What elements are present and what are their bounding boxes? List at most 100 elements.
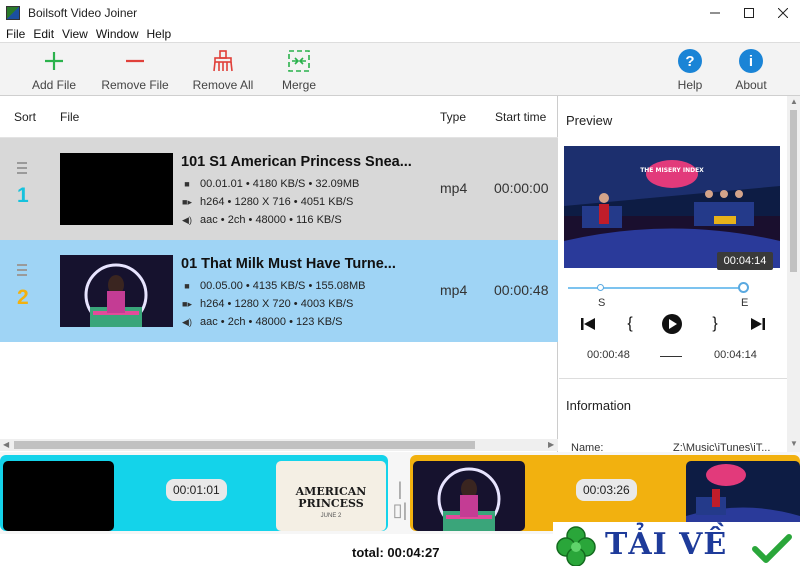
- split-separator-icon[interactable]: |▯|: [392, 479, 408, 520]
- file-icon: ■: [184, 179, 190, 189]
- speaker-icon: ◀): [182, 316, 192, 327]
- help-label: Help: [677, 78, 703, 92]
- divider: [559, 378, 787, 379]
- clip-end-frame: [686, 461, 800, 531]
- remove-all-button[interactable]: Remove All: [183, 47, 263, 92]
- video-info-line: ■▸ h264 • 1280 X 716 • 4051 KB/S: [182, 196, 354, 208]
- close-button[interactable]: [766, 0, 800, 25]
- skip-start-button[interactable]: [578, 313, 598, 335]
- set-end-button[interactable]: }: [707, 313, 723, 335]
- minimize-button[interactable]: [698, 0, 732, 25]
- row-index: 2: [17, 286, 29, 309]
- clover-logo-icon: [556, 526, 596, 566]
- scroll-up-icon[interactable]: ▲: [790, 96, 798, 108]
- preview-title: Preview: [566, 113, 613, 128]
- set-start-button[interactable]: {: [622, 313, 638, 335]
- seek-slider-handle[interactable]: [738, 282, 749, 293]
- checkmark-icon: [752, 534, 792, 563]
- selection-end-time: 00:04:14: [714, 349, 757, 361]
- audio-info-line: ◀) aac • 2ch • 48000 • 123 KB/S: [182, 316, 343, 328]
- file-name: 01 That Milk Must Have Turne...: [181, 256, 396, 272]
- menu-edit[interactable]: Edit: [29, 27, 58, 41]
- header-start-time[interactable]: Start time: [495, 110, 546, 124]
- information-title: Information: [566, 398, 632, 413]
- plus-icon: [40, 47, 68, 75]
- video-thumbnail: [60, 153, 173, 225]
- audio-info-line: ◀) aac • 2ch • 48000 • 116 KB/S: [182, 214, 342, 226]
- seek-slider-track[interactable]: [568, 287, 746, 289]
- header-sort[interactable]: Sort: [14, 110, 36, 124]
- clip-1-duration: 00:01:01: [166, 479, 227, 501]
- menu-window[interactable]: Window: [92, 27, 143, 41]
- file-info-line: ■ 00.01.01 • 4180 KB/S • 32.09MB: [181, 178, 359, 190]
- scrollbar-thumb[interactable]: [14, 441, 475, 449]
- merge-label: Merge: [281, 78, 316, 92]
- scroll-right-icon[interactable]: ▶: [548, 439, 554, 451]
- table-row[interactable]: 1 101 S1 American Princess Snea... ■ 00.…: [0, 138, 558, 240]
- file-type: mp4: [440, 180, 468, 196]
- preview-video[interactable]: THE MISERY INDEX: [564, 146, 780, 268]
- skip-back-icon: [581, 318, 595, 330]
- broom-icon: [209, 47, 237, 75]
- info-icon: i: [739, 49, 763, 73]
- clip-card-title: AMERICAN PRINCESS: [295, 485, 367, 510]
- watermark-text: TẢI VỀ: [605, 527, 728, 562]
- scroll-down-icon[interactable]: ▼: [790, 438, 798, 450]
- current-time-tooltip: 00:04:14: [717, 252, 773, 270]
- merge-button[interactable]: Merge: [259, 47, 339, 92]
- menu-help[interactable]: Help: [143, 27, 176, 41]
- horizontal-scrollbar[interactable]: ◀ ▶: [0, 439, 558, 451]
- minus-icon: [121, 47, 149, 75]
- maximize-button[interactable]: [732, 0, 766, 25]
- table-row-selected[interactable]: 2 01 That Milk Must Have Turne... ■ 00.0…: [0, 240, 558, 342]
- header-file[interactable]: File: [60, 110, 79, 124]
- toolbar: Add File Remove File Remove All Merge ? …: [0, 42, 800, 96]
- scrollbar-thumb[interactable]: [790, 110, 797, 272]
- preview-panel: Preview THE MISERY INDEX Information: [559, 96, 787, 452]
- list-header: Sort File Type Start time: [0, 96, 558, 138]
- menu-file[interactable]: File: [2, 27, 29, 41]
- clip-card-date: JUNE 2: [320, 513, 342, 519]
- start-marker-label: S: [598, 297, 606, 309]
- app-logo-icon: [6, 5, 20, 20]
- file-info-line: ■ 00.05.00 • 4135 KB/S • 155.08MB: [181, 280, 365, 292]
- remove-all-label: Remove All: [192, 78, 254, 92]
- merge-icon: [285, 47, 313, 75]
- header-type[interactable]: Type: [440, 110, 466, 124]
- video-info-line: ■▸ h264 • 1280 X 720 • 4003 KB/S: [182, 298, 354, 310]
- title-bar: Boilsoft Video Joiner: [0, 0, 800, 25]
- start-time: 00:00:48: [494, 282, 549, 298]
- close-icon: [778, 7, 788, 18]
- vertical-scrollbar[interactable]: ▲ ▼: [787, 96, 800, 452]
- start-time: 00:00:00: [494, 180, 549, 196]
- end-marker-label: E: [741, 297, 749, 309]
- clip-start-frame: [413, 461, 525, 531]
- start-marker-handle[interactable]: [597, 284, 604, 291]
- clip-end-frame: AMERICAN PRINCESS JUNE 2: [276, 461, 386, 531]
- remove-file-button[interactable]: Remove File: [95, 47, 175, 92]
- window-title: Boilsoft Video Joiner: [28, 5, 138, 20]
- video-camera-icon: ■▸: [182, 298, 192, 309]
- help-icon: ?: [678, 49, 702, 73]
- total-duration: total: 00:04:27: [352, 545, 440, 560]
- drag-handle-icon[interactable]: [17, 162, 29, 177]
- skip-end-button[interactable]: [748, 313, 768, 335]
- menu-view[interactable]: View: [58, 27, 92, 41]
- file-list: Sort File Type Start time 1 101 S1 Ameri…: [0, 96, 558, 452]
- clip-start-frame: [3, 461, 114, 531]
- window-controls: [698, 0, 800, 25]
- skip-forward-icon: [751, 318, 765, 330]
- file-type: mp4: [440, 282, 468, 298]
- play-button[interactable]: [661, 313, 683, 335]
- scroll-left-icon[interactable]: ◀: [3, 439, 9, 451]
- add-file-label: Add File: [31, 78, 77, 92]
- drag-handle-icon[interactable]: [17, 264, 29, 279]
- file-name: 101 S1 American Princess Snea...: [181, 154, 412, 170]
- clip-2-duration: 00:03:26: [576, 479, 637, 501]
- add-file-button[interactable]: Add File: [14, 47, 94, 92]
- maximize-icon: [744, 7, 754, 18]
- menu-bar: File Edit View Window Help: [0, 25, 800, 42]
- speaker-icon: ◀): [182, 214, 192, 225]
- about-label: About: [735, 78, 767, 92]
- about-button[interactable]: i About: [711, 47, 791, 92]
